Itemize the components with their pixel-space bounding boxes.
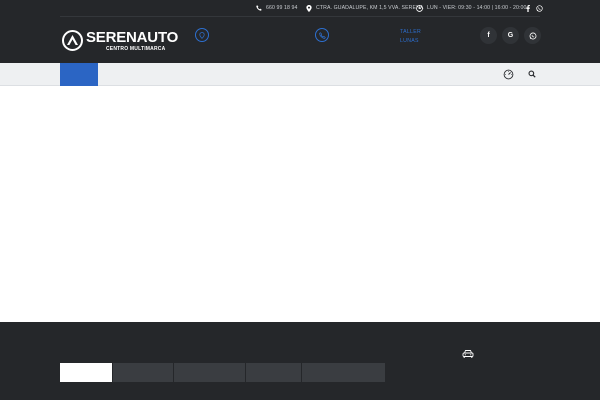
- phone-icon: [256, 5, 262, 11]
- whatsapp-icon[interactable]: [524, 27, 541, 44]
- address-contact[interactable]: CTRA. GUADALUPE, KM 1,5 VVA. SERENA: [306, 3, 423, 13]
- speedometer-icon[interactable]: [502, 68, 514, 80]
- location-icon[interactable]: [195, 28, 209, 42]
- service-link-lunas[interactable]: LUNAS: [400, 38, 419, 44]
- search-icon[interactable]: [526, 68, 538, 80]
- brand-name: SERENAUTO: [86, 29, 179, 46]
- clock-icon: [416, 4, 423, 12]
- whatsapp-icon[interactable]: [534, 3, 544, 13]
- phone-circle-icon[interactable]: [315, 28, 329, 42]
- footer-tab-3[interactable]: [174, 363, 245, 382]
- phone-contact[interactable]: 660 99 18 94: [256, 3, 298, 13]
- footer-tab-5[interactable]: [302, 363, 385, 382]
- topbar-divider: [60, 16, 540, 17]
- logo-emblem: [62, 30, 83, 51]
- footer-tab-2[interactable]: [113, 363, 173, 382]
- facebook-icon[interactable]: [524, 3, 532, 13]
- facebook-icon[interactable]: f: [480, 27, 497, 44]
- footer-tab-1[interactable]: [60, 363, 112, 382]
- hours-text: LUN - VIER: 09:30 - 14:00 | 16:00 - 20:0…: [427, 5, 527, 11]
- top-social-links: [524, 3, 544, 13]
- site-header: 660 99 18 94 CTRA. GUADALUPE, KM 1,5 VVA…: [0, 0, 600, 63]
- brand-tagline: CENTRO MULTIMARCA: [106, 46, 166, 52]
- google-icon[interactable]: G: [502, 27, 519, 44]
- map-pin-icon: [306, 4, 312, 12]
- nav-item-home[interactable]: [60, 63, 98, 86]
- site-footer: [0, 322, 600, 400]
- car-icon: [462, 346, 474, 358]
- service-link-taller[interactable]: TALLER: [400, 29, 421, 35]
- main-navigation: [0, 63, 600, 86]
- brand-logo[interactable]: SERENAUTO CENTRO MULTIMARCA: [60, 28, 178, 54]
- address-text: CTRA. GUADALUPE, KM 1,5 VVA. SERENA: [316, 5, 424, 11]
- footer-tab-4[interactable]: [246, 363, 301, 382]
- hours-info: LUN - VIER: 09:30 - 14:00 | 16:00 - 20:0…: [416, 3, 526, 13]
- footer-tabs: [0, 363, 600, 382]
- facebook-glyph: f: [487, 32, 490, 39]
- phone-number: 660 99 18 94: [266, 5, 298, 11]
- main-content: [0, 86, 600, 322]
- google-glyph: G: [507, 32, 514, 39]
- top-bar: 660 99 18 94 CTRA. GUADALUPE, KM 1,5 VVA…: [0, 0, 600, 16]
